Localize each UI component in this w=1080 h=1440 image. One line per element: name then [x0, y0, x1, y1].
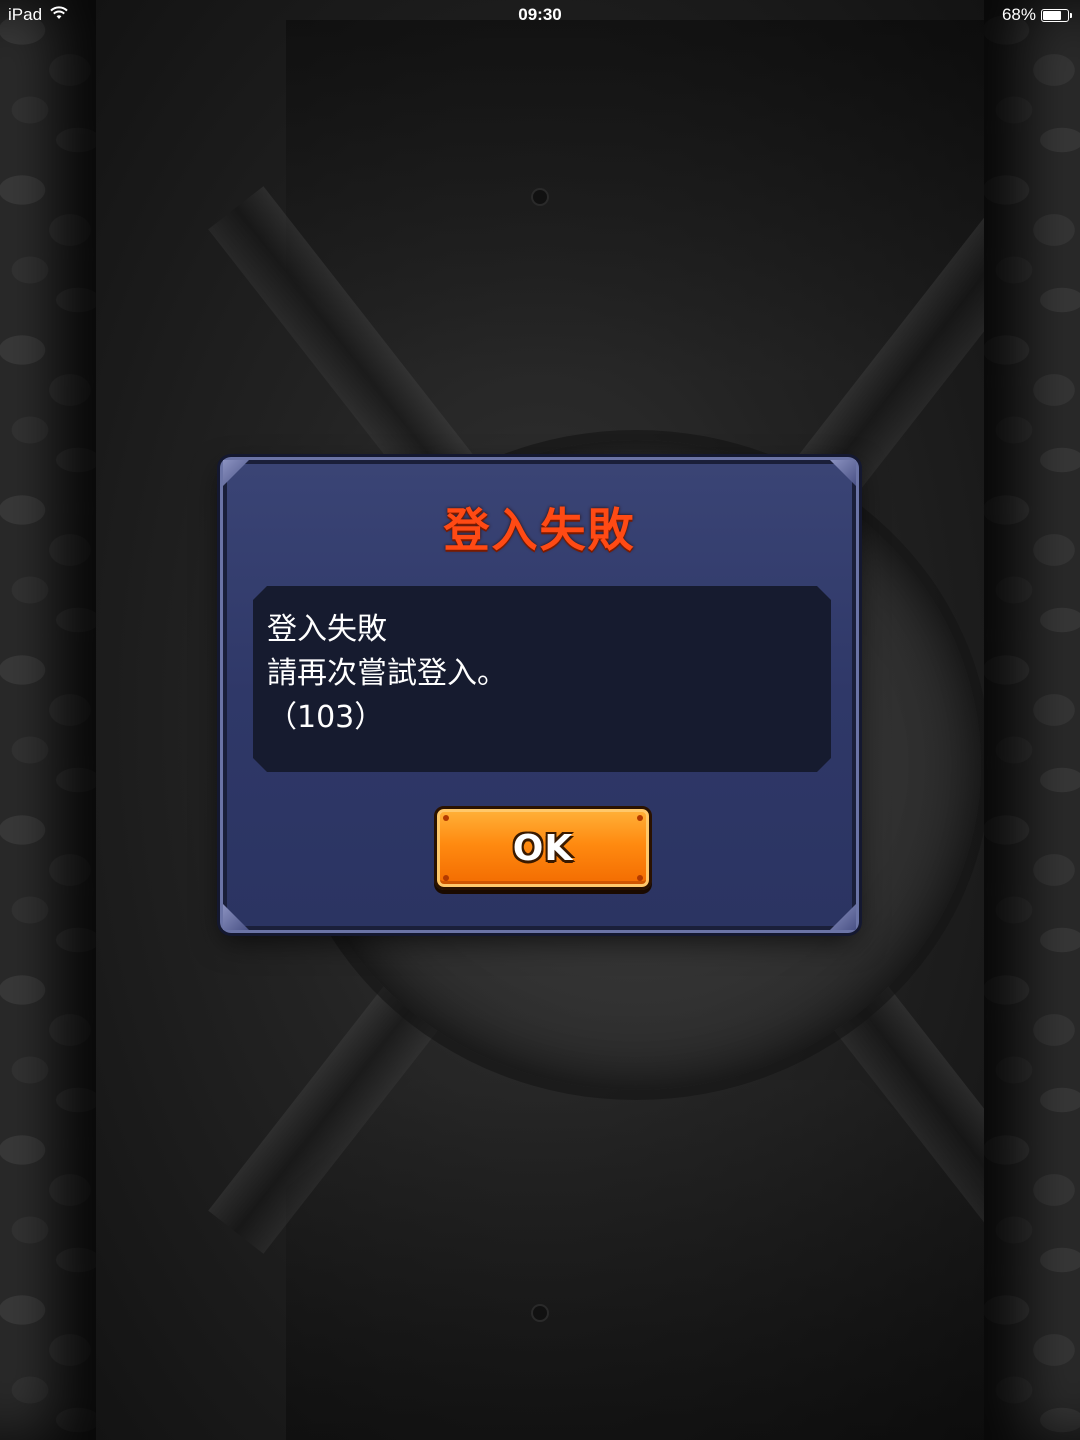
button-rivet	[637, 875, 643, 881]
button-rivet	[443, 815, 449, 821]
status-bar: iPad 09:30 68%	[0, 0, 1080, 30]
battery-icon	[1041, 8, 1069, 22]
message-line: 請再次嘗試登入。	[267, 656, 507, 691]
message-line: 登入失敗	[267, 612, 387, 647]
battery-level-fill	[1043, 10, 1061, 20]
button-rivet	[637, 815, 643, 821]
dialog-message-box: 登入失敗 請再次嘗試登入。 （103）	[253, 586, 831, 772]
background-rivet	[533, 190, 547, 204]
dialog-corner	[223, 904, 249, 930]
ok-button-label: OK	[512, 827, 574, 869]
dialog-title: 登入失敗	[443, 503, 636, 557]
battery-percent: 68%	[1001, 5, 1036, 24]
ok-button[interactable]: OK	[434, 806, 652, 890]
status-bar-right: 68%	[1002, 5, 1072, 25]
stone-wall-left	[0, 0, 96, 1440]
login-failed-dialog: 登入失敗 登入失敗 請再次嘗試登入。 （103） OK	[223, 460, 856, 930]
button-rivet	[443, 875, 449, 881]
game-screen: iPad 09:30 68% 登入失敗 登入失敗 請再次嘗試登入。 （103） …	[0, 0, 1080, 1440]
dialog-corner	[223, 460, 249, 486]
dialog-corner	[830, 460, 856, 486]
frame-top-panel	[286, 20, 986, 380]
stone-wall-right	[984, 0, 1080, 1440]
dialog-corner	[830, 904, 856, 930]
frame-bottom-panel	[286, 1080, 986, 1440]
background-rivet	[533, 1306, 547, 1320]
error-code: （103）	[267, 700, 385, 735]
status-time: 09:30	[518, 5, 562, 24]
battery-tip	[1070, 12, 1072, 18]
